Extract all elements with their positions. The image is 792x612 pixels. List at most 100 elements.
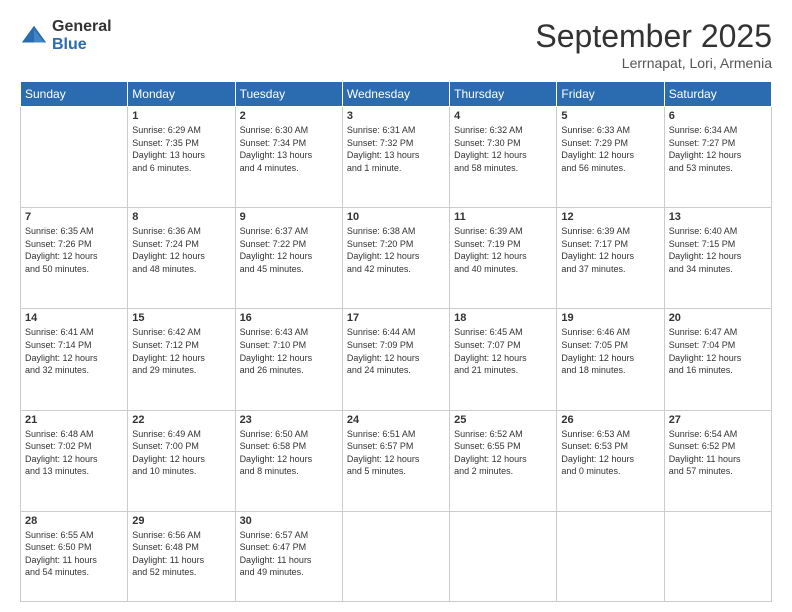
day-cell: [450, 511, 557, 601]
day-cell: 26 Sunrise: 6:53 AMSunset: 6:53 PMDayligh…: [557, 410, 664, 511]
day-cell: 25 Sunrise: 6:52 AMSunset: 6:55 PMDayligh…: [450, 410, 557, 511]
day-number: 20: [669, 312, 767, 324]
header: General Blue September 2025 Lerrnapat, L…: [20, 18, 772, 71]
day-cell: 22Sunrise: 6:49 AMSunset: 7:00 PMDayligh…: [128, 410, 235, 511]
day-cell: 9 Sunrise: 6:37 AMSunset: 7:22 PMDaylight…: [235, 208, 342, 309]
day-cell: [557, 511, 664, 601]
day-info: Sunrise: 6:45 AMSunset: 7:07 PMDaylight:…: [454, 326, 552, 376]
day-number: 23: [240, 414, 338, 426]
day-info: Sunrise: 6:50 AMSunset: 6:58 PMDaylight:…: [240, 428, 338, 478]
day-cell: 15 Sunrise: 6:42 AMSunset: 7:12 PMDayligh…: [128, 309, 235, 410]
day-cell: 20 Sunrise: 6:47 AMSunset: 7:04 PMDayligh…: [664, 309, 771, 410]
day-info: Sunrise: 6:47 AMSunset: 7:04 PMDaylight:…: [669, 326, 767, 376]
day-info: Sunrise: 6:46 AMSunset: 7:05 PMDaylight:…: [561, 326, 659, 376]
day-number: 18: [454, 312, 552, 324]
day-number: 22: [132, 414, 230, 426]
day-cell: 4Sunrise: 6:32 AMSunset: 7:30 PMDaylight…: [450, 107, 557, 208]
day-info: Sunrise: 6:41 AMSunset: 7:14 PMDaylight:…: [25, 326, 123, 376]
day-number: 24: [347, 414, 445, 426]
location: Lerrnapat, Lori, Armenia: [535, 55, 772, 71]
day-number: 9: [240, 211, 338, 223]
day-cell: 27 Sunrise: 6:54 AMSunset: 6:52 PMDayligh…: [664, 410, 771, 511]
day-info: Sunrise: 6:52 AMSunset: 6:55 PMDaylight:…: [454, 428, 552, 478]
day-cell: [21, 107, 128, 208]
day-info: Sunrise: 6:39 AMSunset: 7:17 PMDaylight:…: [561, 225, 659, 275]
day-number: 4: [454, 110, 552, 122]
day-number: 26: [561, 414, 659, 426]
day-cell: 1 Sunrise: 6:29 AMSunset: 7:35 PMDaylight…: [128, 107, 235, 208]
day-cell: 11Sunrise: 6:39 AMSunset: 7:19 PMDayligh…: [450, 208, 557, 309]
day-info: Sunrise: 6:29 AMSunset: 7:35 PMDaylight:…: [132, 124, 230, 174]
title-block: September 2025 Lerrnapat, Lori, Armenia: [535, 18, 772, 71]
day-number: 11: [454, 211, 552, 223]
day-number: 17: [347, 312, 445, 324]
day-number: 30: [240, 515, 338, 527]
day-cell: 6 Sunrise: 6:34 AMSunset: 7:27 PMDaylight…: [664, 107, 771, 208]
day-number: 25: [454, 414, 552, 426]
day-info: Sunrise: 6:43 AMSunset: 7:10 PMDaylight:…: [240, 326, 338, 376]
day-number: 15: [132, 312, 230, 324]
logo-general-text: General: [52, 18, 112, 36]
day-info: Sunrise: 6:51 AMSunset: 6:57 PMDaylight:…: [347, 428, 445, 478]
day-cell: 8 Sunrise: 6:36 AMSunset: 7:24 PMDaylight…: [128, 208, 235, 309]
day-info: Sunrise: 6:55 AMSunset: 6:50 PMDaylight:…: [25, 529, 123, 579]
day-cell: 17 Sunrise: 6:44 AMSunset: 7:09 PMDayligh…: [342, 309, 449, 410]
day-number: 1: [132, 110, 230, 122]
logo: General Blue: [20, 18, 112, 53]
header-saturday: Saturday: [664, 82, 771, 107]
day-cell: 14 Sunrise: 6:41 AMSunset: 7:14 PMDayligh…: [21, 309, 128, 410]
day-cell: 7Sunrise: 6:35 AMSunset: 7:26 PMDaylight…: [21, 208, 128, 309]
day-info: Sunrise: 6:37 AMSunset: 7:22 PMDaylight:…: [240, 225, 338, 275]
day-info: Sunrise: 6:54 AMSunset: 6:52 PMDaylight:…: [669, 428, 767, 478]
week-row-0: 1 Sunrise: 6:29 AMSunset: 7:35 PMDaylight…: [21, 107, 772, 208]
day-cell: 19 Sunrise: 6:46 AMSunset: 7:05 PMDayligh…: [557, 309, 664, 410]
day-cell: 12 Sunrise: 6:39 AMSunset: 7:17 PMDayligh…: [557, 208, 664, 309]
day-number: 29: [132, 515, 230, 527]
day-cell: 28Sunrise: 6:55 AMSunset: 6:50 PMDayligh…: [21, 511, 128, 601]
day-info: Sunrise: 6:36 AMSunset: 7:24 PMDaylight:…: [132, 225, 230, 275]
day-info: Sunrise: 6:56 AMSunset: 6:48 PMDaylight:…: [132, 529, 230, 579]
day-number: 16: [240, 312, 338, 324]
day-number: 27: [669, 414, 767, 426]
logo-icon: [20, 22, 48, 50]
day-cell: 10Sunrise: 6:38 AMSunset: 7:20 PMDayligh…: [342, 208, 449, 309]
logo-blue-text: Blue: [52, 36, 112, 54]
calendar: SundayMondayTuesdayWednesdayThursdayFrid…: [20, 81, 772, 602]
day-info: Sunrise: 6:48 AMSunset: 7:02 PMDaylight:…: [25, 428, 123, 478]
day-cell: 3Sunrise: 6:31 AMSunset: 7:32 PMDaylight…: [342, 107, 449, 208]
day-number: 19: [561, 312, 659, 324]
day-cell: 29 Sunrise: 6:56 AMSunset: 6:48 PMDayligh…: [128, 511, 235, 601]
day-cell: [342, 511, 449, 601]
day-info: Sunrise: 6:34 AMSunset: 7:27 PMDaylight:…: [669, 124, 767, 174]
header-thursday: Thursday: [450, 82, 557, 107]
day-info: Sunrise: 6:53 AMSunset: 6:53 PMDaylight:…: [561, 428, 659, 478]
day-info: Sunrise: 6:33 AMSunset: 7:29 PMDaylight:…: [561, 124, 659, 174]
day-number: 14: [25, 312, 123, 324]
day-cell: 24 Sunrise: 6:51 AMSunset: 6:57 PMDayligh…: [342, 410, 449, 511]
week-row-4: 28Sunrise: 6:55 AMSunset: 6:50 PMDayligh…: [21, 511, 772, 601]
day-number: 5: [561, 110, 659, 122]
day-info: Sunrise: 6:35 AMSunset: 7:26 PMDaylight:…: [25, 225, 123, 275]
week-row-1: 7Sunrise: 6:35 AMSunset: 7:26 PMDaylight…: [21, 208, 772, 309]
month-title: September 2025: [535, 18, 772, 55]
day-number: 12: [561, 211, 659, 223]
day-number: 6: [669, 110, 767, 122]
day-cell: 30 Sunrise: 6:57 AMSunset: 6:47 PMDayligh…: [235, 511, 342, 601]
day-cell: 16 Sunrise: 6:43 AMSunset: 7:10 PMDayligh…: [235, 309, 342, 410]
calendar-header-row: SundayMondayTuesdayWednesdayThursdayFrid…: [21, 82, 772, 107]
day-cell: 23 Sunrise: 6:50 AMSunset: 6:58 PMDayligh…: [235, 410, 342, 511]
day-number: 3: [347, 110, 445, 122]
day-cell: 18 Sunrise: 6:45 AMSunset: 7:07 PMDayligh…: [450, 309, 557, 410]
week-row-3: 21 Sunrise: 6:48 AMSunset: 7:02 PMDayligh…: [21, 410, 772, 511]
day-info: Sunrise: 6:42 AMSunset: 7:12 PMDaylight:…: [132, 326, 230, 376]
day-info: Sunrise: 6:44 AMSunset: 7:09 PMDaylight:…: [347, 326, 445, 376]
day-cell: [664, 511, 771, 601]
day-cell: 21 Sunrise: 6:48 AMSunset: 7:02 PMDayligh…: [21, 410, 128, 511]
day-info: Sunrise: 6:57 AMSunset: 6:47 PMDaylight:…: [240, 529, 338, 579]
header-monday: Monday: [128, 82, 235, 107]
day-number: 21: [25, 414, 123, 426]
header-friday: Friday: [557, 82, 664, 107]
header-tuesday: Tuesday: [235, 82, 342, 107]
day-number: 8: [132, 211, 230, 223]
day-cell: 2Sunrise: 6:30 AMSunset: 7:34 PMDaylight…: [235, 107, 342, 208]
